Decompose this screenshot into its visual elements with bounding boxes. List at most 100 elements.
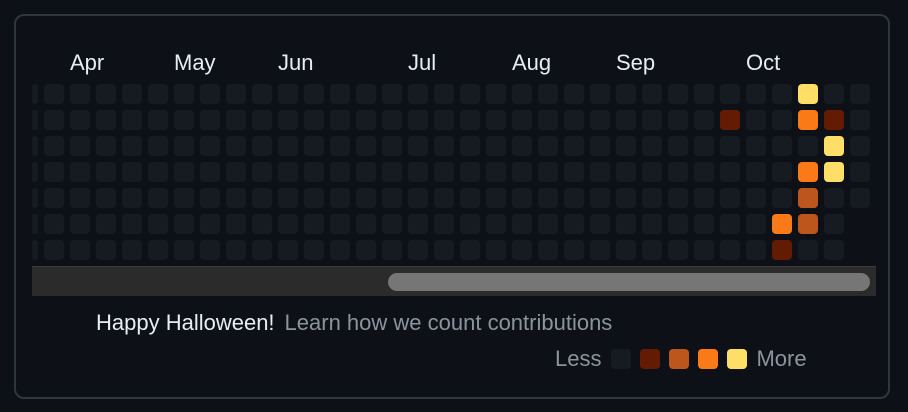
contribution-cell[interactable] (174, 240, 194, 260)
contribution-cell[interactable] (668, 214, 688, 234)
contribution-cell[interactable] (70, 240, 90, 260)
contribution-cell[interactable] (278, 214, 298, 234)
contribution-cell[interactable] (408, 214, 428, 234)
contribution-cell[interactable] (330, 136, 350, 156)
contribution-cell[interactable] (824, 162, 844, 182)
contribution-cell[interactable] (330, 110, 350, 130)
contribution-cell[interactable] (356, 214, 376, 234)
contribution-cell[interactable] (304, 188, 324, 208)
contribution-cell[interactable] (304, 162, 324, 182)
contribution-cell[interactable] (382, 84, 402, 104)
contribution-cell[interactable] (694, 136, 714, 156)
contribution-cell[interactable] (642, 84, 662, 104)
contribution-cell[interactable] (252, 136, 272, 156)
contribution-cell[interactable] (850, 188, 870, 208)
contribution-cell[interactable] (746, 84, 766, 104)
contribution-cell[interactable] (746, 214, 766, 234)
contribution-cell[interactable] (174, 84, 194, 104)
contribution-cell[interactable] (564, 162, 584, 182)
contribution-cell[interactable] (486, 214, 506, 234)
contribution-cell[interactable] (798, 162, 818, 182)
contribution-cell[interactable] (122, 240, 142, 260)
contribution-cell[interactable] (642, 136, 662, 156)
contribution-cell[interactable] (356, 162, 376, 182)
contribution-cell[interactable] (824, 188, 844, 208)
contribution-cell[interactable] (122, 136, 142, 156)
contribution-cell[interactable] (200, 110, 220, 130)
contribution-cell[interactable] (44, 162, 64, 182)
contribution-cell[interactable] (96, 188, 116, 208)
contribution-cell[interactable] (252, 188, 272, 208)
contribution-cell[interactable] (798, 188, 818, 208)
contribution-cell[interactable] (148, 240, 168, 260)
contribution-cell[interactable] (122, 188, 142, 208)
contribution-cell[interactable] (694, 84, 714, 104)
contribution-cell[interactable] (70, 136, 90, 156)
contribution-cell[interactable] (148, 214, 168, 234)
contribution-cell[interactable] (512, 84, 532, 104)
contribution-cell[interactable] (616, 240, 636, 260)
contribution-cell[interactable] (356, 110, 376, 130)
contribution-cell[interactable] (434, 110, 454, 130)
contribution-cell[interactable] (330, 162, 350, 182)
contribution-cell[interactable] (356, 240, 376, 260)
contribution-cell[interactable] (486, 84, 506, 104)
contribution-cell[interactable] (746, 188, 766, 208)
contribution-cell[interactable] (278, 136, 298, 156)
contribution-cell[interactable] (226, 84, 246, 104)
contribution-cell[interactable] (148, 188, 168, 208)
contribution-cell[interactable] (668, 110, 688, 130)
contribution-cell[interactable] (486, 136, 506, 156)
contribution-cell[interactable] (538, 188, 558, 208)
contribution-cell[interactable] (564, 136, 584, 156)
contribution-cell[interactable] (70, 110, 90, 130)
contribution-cell[interactable] (746, 110, 766, 130)
contribution-cell[interactable] (382, 188, 402, 208)
contribution-cell[interactable] (694, 240, 714, 260)
contribution-cell[interactable] (44, 110, 64, 130)
contribution-cell[interactable] (434, 162, 454, 182)
contribution-cell[interactable] (330, 214, 350, 234)
contribution-cell[interactable] (278, 162, 298, 182)
contribution-cell[interactable] (200, 214, 220, 234)
contribution-cell[interactable] (278, 84, 298, 104)
contribution-cell[interactable] (434, 214, 454, 234)
contribution-cell[interactable] (226, 188, 246, 208)
contribution-cell[interactable] (772, 84, 792, 104)
contribution-cell[interactable] (226, 162, 246, 182)
contribution-cell[interactable] (668, 188, 688, 208)
contribution-cell[interactable] (642, 214, 662, 234)
contribution-cell[interactable] (382, 110, 402, 130)
contribution-cell[interactable] (304, 240, 324, 260)
contribution-cell[interactable] (174, 214, 194, 234)
contribution-cell[interactable] (850, 136, 870, 156)
contribution-cell[interactable] (122, 162, 142, 182)
contribution-cell[interactable] (226, 110, 246, 130)
contribution-cell[interactable] (96, 136, 116, 156)
contribution-cell[interactable] (642, 162, 662, 182)
contribution-cell[interactable] (408, 162, 428, 182)
contribution-cell[interactable] (538, 214, 558, 234)
contribution-cell[interactable] (32, 136, 38, 156)
contribution-cell[interactable] (304, 110, 324, 130)
contribution-cell[interactable] (512, 188, 532, 208)
contribution-cell[interactable] (252, 84, 272, 104)
contribution-cell[interactable] (694, 188, 714, 208)
contribution-cell[interactable] (122, 110, 142, 130)
contribution-cell[interactable] (382, 240, 402, 260)
contribution-cell[interactable] (330, 188, 350, 208)
contribution-cell[interactable] (408, 136, 428, 156)
contribution-cell[interactable] (694, 162, 714, 182)
contribution-cell[interactable] (408, 188, 428, 208)
contribution-cell[interactable] (590, 214, 610, 234)
contribution-cell[interactable] (538, 136, 558, 156)
contribution-cell[interactable] (330, 240, 350, 260)
scrollbar-thumb[interactable] (388, 273, 870, 291)
contribution-cell[interactable] (32, 84, 38, 104)
contribution-cell[interactable] (70, 84, 90, 104)
contribution-cell[interactable] (70, 214, 90, 234)
contribution-cell[interactable] (434, 84, 454, 104)
contribution-cell[interactable] (772, 136, 792, 156)
contribution-cell[interactable] (824, 136, 844, 156)
contribution-cell[interactable] (720, 110, 740, 130)
